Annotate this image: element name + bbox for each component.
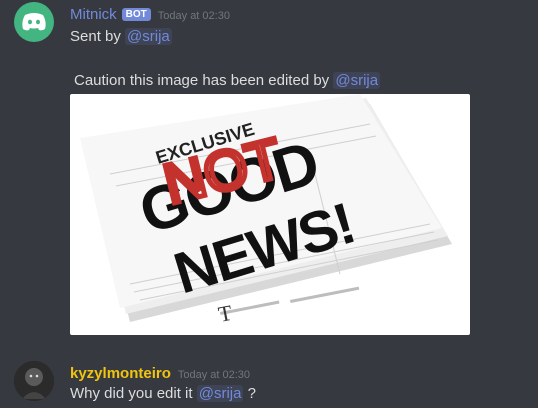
- user-avatar[interactable]: [14, 361, 54, 401]
- bot-badge: BOT: [121, 8, 151, 21]
- bot-caption-line: Caution this image has been edited by @s…: [74, 72, 381, 89]
- bot-sent-by-line: Sent by @srija: [70, 28, 172, 45]
- user-photo-avatar: [14, 361, 54, 401]
- newspaper-image: EXCLUSIVE GOOD NEWS! NOT T: [80, 94, 452, 327]
- mention-srija[interactable]: @srija: [333, 72, 381, 89]
- user-message-text: Why did you edit it @srija ?: [70, 385, 256, 402]
- mention-srija[interactable]: @srija: [125, 28, 172, 45]
- question-mark: ?: [247, 385, 256, 402]
- user-username[interactable]: kyzylmonteiro: [70, 365, 171, 382]
- attached-image[interactable]: EXCLUSIVE GOOD NEWS! NOT T: [70, 94, 470, 335]
- question-text: Why did you edit it: [70, 385, 193, 402]
- bot-timestamp[interactable]: Today at 02:30: [158, 10, 230, 22]
- caption-text: Caution this image has been edited by: [74, 72, 330, 89]
- bot-username[interactable]: Mitnick: [70, 6, 117, 23]
- mention-srija[interactable]: @srija: [196, 385, 244, 402]
- discord-logo-icon: [22, 13, 46, 31]
- bot-avatar[interactable]: [14, 2, 54, 42]
- sent-by-text: Sent by: [70, 28, 121, 45]
- user-message-header: kyzylmonteiro Today at 02:30: [70, 365, 250, 382]
- bot-message-header: Mitnick BOT Today at 02:30: [70, 6, 230, 23]
- svg-text:T: T: [216, 300, 235, 327]
- user-timestamp[interactable]: Today at 02:30: [178, 369, 250, 381]
